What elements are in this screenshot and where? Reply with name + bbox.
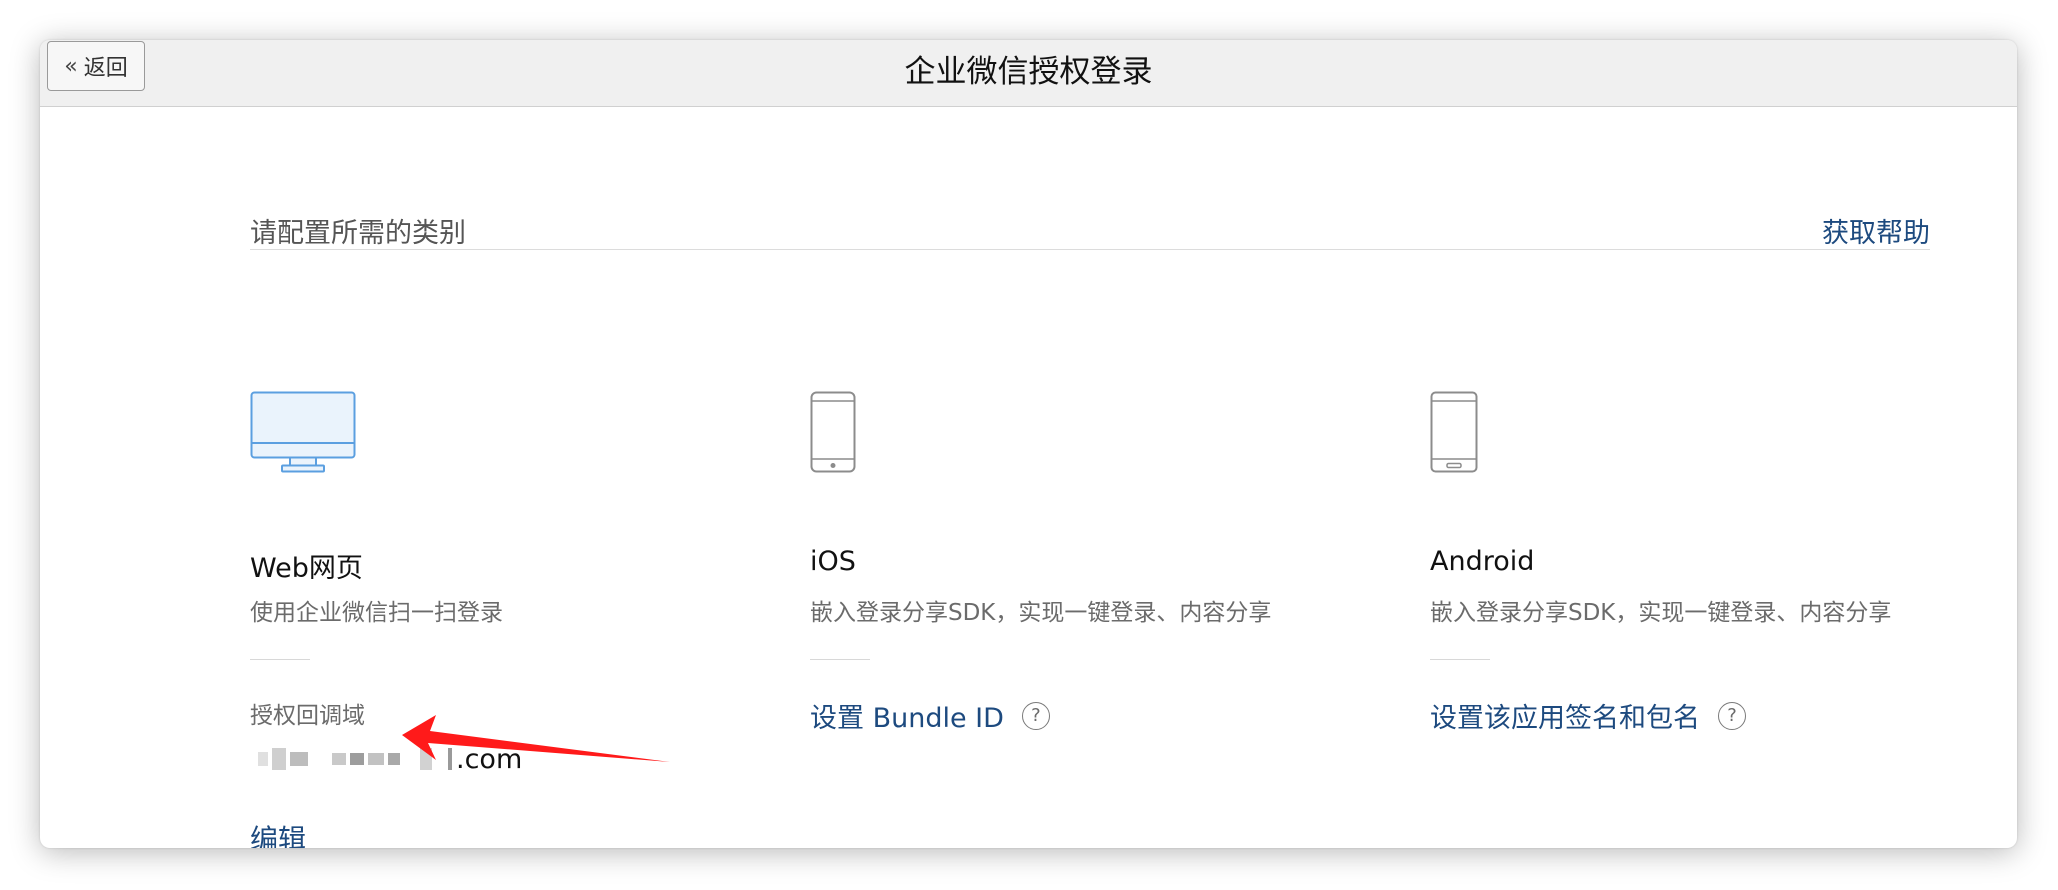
- red-arrow-annotation: [402, 715, 670, 762]
